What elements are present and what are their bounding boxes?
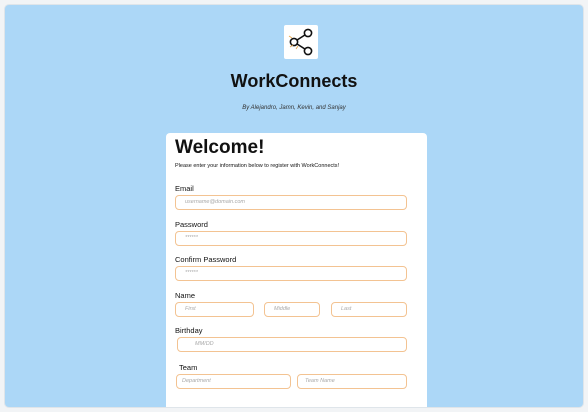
team-label: Team [179,363,198,372]
email-field[interactable]: username@domain.com [175,195,407,210]
email-label: Email [175,184,194,193]
app-byline: By Alejandro, Jamn, Kevin, and Sanjay [242,105,346,111]
confirm-password-label: Confirm Password [175,255,237,264]
birthday-label: Birthday [175,326,203,335]
app-title: WorkConnects [230,71,358,91]
birthday-field[interactable]: MM/DD [177,337,407,352]
name-label: Name [175,291,196,300]
confirm-password-field[interactable]: ****** [175,266,407,281]
last-name-field[interactable]: Last [331,302,407,317]
registration-card: Welcome! Please enter your information b… [166,133,427,407]
team-name-field[interactable]: Team Name [297,374,407,389]
password-label: Password [175,220,208,229]
app-background: WorkConnects By Alejandro, Jamn, Kevin, … [5,5,583,407]
app-logo [284,25,318,59]
first-name-field[interactable]: First [175,302,254,317]
middle-name-field[interactable]: Middle [264,302,320,317]
intro-text: Please enter your information below to r… [175,163,340,169]
welcome-heading: Welcome! [175,137,265,158]
department-field[interactable]: Department [176,374,291,389]
password-field[interactable]: ****** [175,231,407,246]
share-icon [288,28,313,56]
